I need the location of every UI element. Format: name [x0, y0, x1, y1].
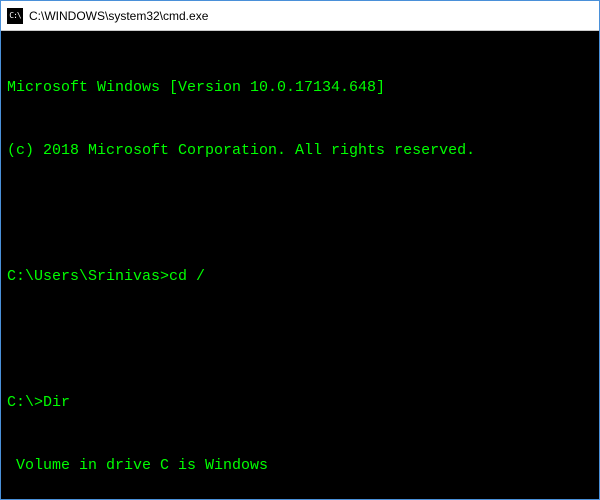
volume-line: Volume in drive C is Windows [7, 455, 593, 476]
prompt-command: cd / [169, 268, 205, 285]
terminal-area[interactable]: Microsoft Windows [Version 10.0.17134.64… [1, 31, 599, 499]
blank-line [7, 329, 593, 350]
prompt-line: C:\Users\Srinivas>cd / [7, 266, 593, 287]
prompt-path: C:\Users\Srinivas> [7, 268, 169, 285]
prompt-path: C:\> [7, 394, 43, 411]
banner-line: Microsoft Windows [Version 10.0.17134.64… [7, 77, 593, 98]
prompt-command: Dir [43, 394, 70, 411]
window-title: C:\WINDOWS\system32\cmd.exe [29, 9, 208, 23]
cmd-icon: C:\ [7, 8, 23, 24]
banner-line: (c) 2018 Microsoft Corporation. All righ… [7, 140, 593, 161]
prompt-line: C:\>Dir [7, 392, 593, 413]
title-bar[interactable]: C:\ C:\WINDOWS\system32\cmd.exe [1, 1, 599, 31]
blank-line [7, 203, 593, 224]
cmd-window: C:\ C:\WINDOWS\system32\cmd.exe Microsof… [0, 0, 600, 500]
